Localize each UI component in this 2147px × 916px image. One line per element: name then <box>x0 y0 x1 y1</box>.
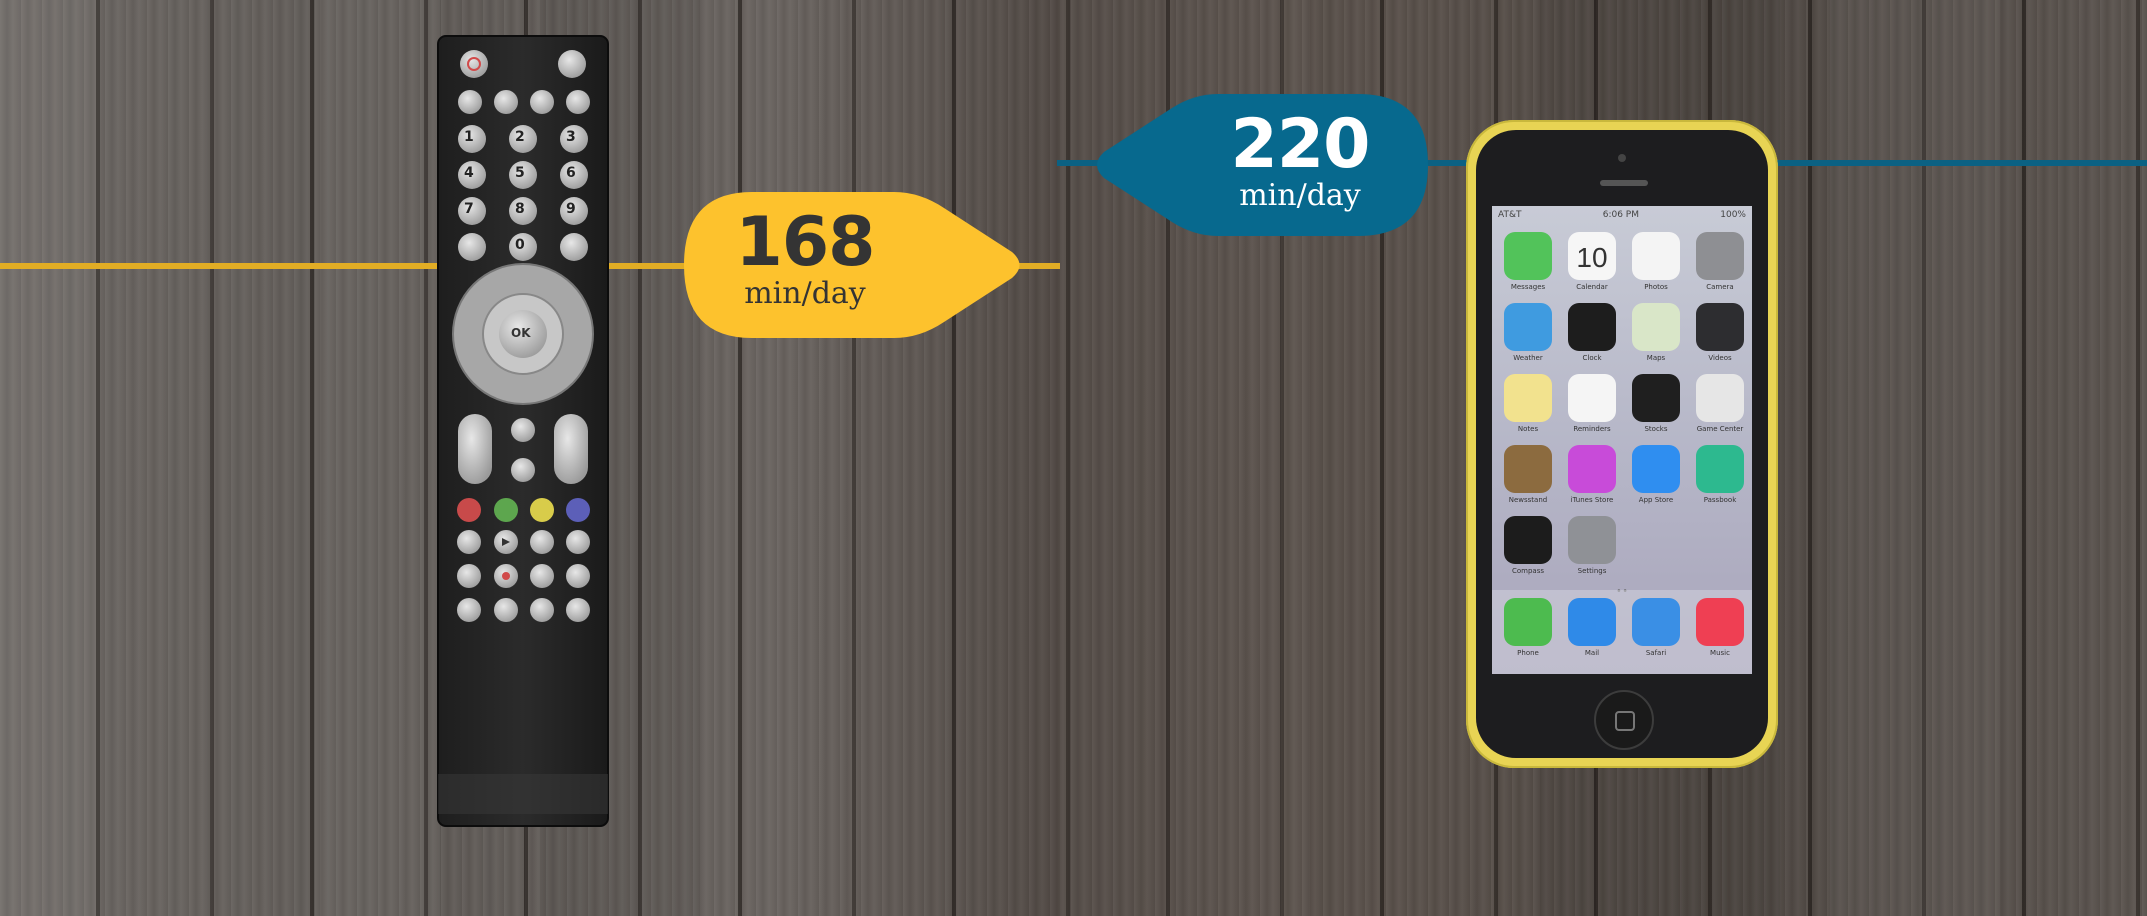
calendar-icon: 10 <box>1568 232 1616 280</box>
app-label: App Store <box>1638 496 1674 504</box>
app-list[interactable]: Reminders <box>1562 374 1622 433</box>
app-bubbles[interactable]: Game Center <box>1690 374 1750 433</box>
app-flower[interactable]: Photos <box>1626 232 1686 291</box>
app-label: Settings <box>1577 567 1607 575</box>
app-a-icon <box>1632 445 1680 493</box>
phone-screen: AT&T 6:06 PM 100% Messages 10 Calendar Phot… <box>1492 206 1752 674</box>
remote-number-keys: 1 2 3 4 5 6 7 8 9 0 <box>436 34 610 294</box>
music-note-icon <box>1568 445 1616 493</box>
app-label: Newsstand <box>1508 496 1548 504</box>
app-label: Phone <box>1517 649 1539 657</box>
home-button[interactable] <box>1594 690 1654 750</box>
gear-icon <box>1568 516 1616 564</box>
key-2: 2 <box>515 129 525 145</box>
key-7: 7 <box>464 201 474 217</box>
chart-icon <box>1632 374 1680 422</box>
app-label: Mail <box>1584 649 1600 657</box>
app-cloud-sun[interactable]: Weather <box>1498 303 1558 362</box>
magazines-icon <box>1504 445 1552 493</box>
flower-icon <box>1632 232 1680 280</box>
remote-stat-value: 168 <box>735 203 876 282</box>
dock: Phone Mail Safari Music <box>1492 590 1752 674</box>
camera-icon <box>1696 232 1744 280</box>
cloud-sun-icon <box>1504 303 1552 351</box>
app-compass-safari[interactable]: Safari <box>1626 598 1686 674</box>
app-compass[interactable]: Compass <box>1498 516 1558 575</box>
app-label: Weather <box>1513 354 1543 362</box>
app-envelope[interactable]: Mail <box>1562 598 1622 674</box>
tickets-icon <box>1696 445 1744 493</box>
app-label: Maps <box>1646 354 1666 362</box>
app-gear[interactable]: Settings <box>1562 516 1622 575</box>
remote-ok-label: OK <box>511 326 531 340</box>
app-label: Camera <box>1706 283 1734 291</box>
compass-icon <box>1504 516 1552 564</box>
app-label: Clock <box>1582 354 1602 362</box>
app-tickets[interactable]: Passbook <box>1690 445 1750 504</box>
status-battery: 100% <box>1720 210 1746 220</box>
key-3: 3 <box>566 129 576 145</box>
key-1: 1 <box>464 129 474 145</box>
key-6: 6 <box>566 165 576 181</box>
app-label: Safari <box>1645 649 1667 657</box>
key-5: 5 <box>515 165 525 181</box>
phone-stat-value: 220 <box>1230 105 1371 184</box>
compass-safari-icon <box>1632 598 1680 646</box>
message-bubble-icon <box>1504 232 1552 280</box>
key-9: 9 <box>566 201 576 217</box>
remote-stat-unit: min/day <box>744 276 866 311</box>
bubbles-icon <box>1696 374 1744 422</box>
app-label: iTunes Store <box>1570 496 1614 504</box>
phone-stat-unit: min/day <box>1239 178 1361 213</box>
app-map[interactable]: Maps <box>1626 303 1686 362</box>
app-chart[interactable]: Stocks <box>1626 374 1686 433</box>
app-clapper[interactable]: Videos <box>1690 303 1750 362</box>
app-calendar[interactable]: 10 Calendar <box>1562 232 1622 291</box>
app-label: Videos <box>1708 354 1732 362</box>
app-label: Notes <box>1517 425 1539 433</box>
notepad-icon <box>1504 374 1552 422</box>
wood-background: 1 2 3 4 5 6 7 8 9 0 OK 168 min/day 220 m… <box>0 0 2147 916</box>
app-label: Compass <box>1511 567 1545 575</box>
envelope-icon <box>1568 598 1616 646</box>
app-clock[interactable]: Clock <box>1562 303 1622 362</box>
app-label: Photos <box>1644 283 1668 291</box>
app-music-note[interactable]: iTunes Store <box>1562 445 1622 504</box>
map-icon <box>1632 303 1680 351</box>
phone-face: AT&T 6:06 PM 100% Messages 10 Calendar Phot… <box>1476 130 1768 758</box>
app-label: Messages <box>1510 283 1546 291</box>
app-camera[interactable]: Camera <box>1690 232 1750 291</box>
app-handset[interactable]: Phone <box>1498 598 1558 674</box>
app-label: Stocks <box>1644 425 1668 433</box>
smartphone: AT&T 6:06 PM 100% Messages 10 Calendar Phot… <box>1466 120 1778 768</box>
status-bar: AT&T 6:06 PM 100% <box>1492 206 1752 224</box>
app-label: Calendar <box>1576 283 1608 291</box>
app-label: Passbook <box>1703 496 1737 504</box>
phone-camera-icon <box>1618 154 1626 162</box>
app-app-a[interactable]: App Store <box>1626 445 1686 504</box>
app-magazines[interactable]: Newsstand <box>1498 445 1558 504</box>
phone-stat-label: 220 min/day <box>1195 110 1405 212</box>
app-label: Reminders <box>1573 425 1611 433</box>
key-4: 4 <box>464 165 474 181</box>
calendar-day: 10 <box>1576 242 1608 273</box>
app-message-bubble[interactable]: Messages <box>1498 232 1558 291</box>
key-8: 8 <box>515 201 525 217</box>
app-notepad[interactable]: Notes <box>1498 374 1558 433</box>
app-label: Game Center <box>1696 425 1744 433</box>
remote-stat-label: 168 min/day <box>700 208 910 310</box>
clapper-icon <box>1696 303 1744 351</box>
list-icon <box>1568 374 1616 422</box>
app-music-note[interactable]: Music <box>1690 598 1750 674</box>
key-0: 0 <box>515 237 525 253</box>
music-note-icon <box>1696 598 1744 646</box>
handset-icon <box>1504 598 1552 646</box>
phone-speaker <box>1600 180 1648 186</box>
status-carrier: AT&T <box>1498 210 1522 220</box>
status-time: 6:06 PM <box>1602 210 1639 220</box>
app-grid: Messages 10 Calendar Photos Camera Weather Clo… <box>1492 224 1752 583</box>
app-label: Music <box>1710 649 1730 657</box>
clock-icon <box>1568 303 1616 351</box>
